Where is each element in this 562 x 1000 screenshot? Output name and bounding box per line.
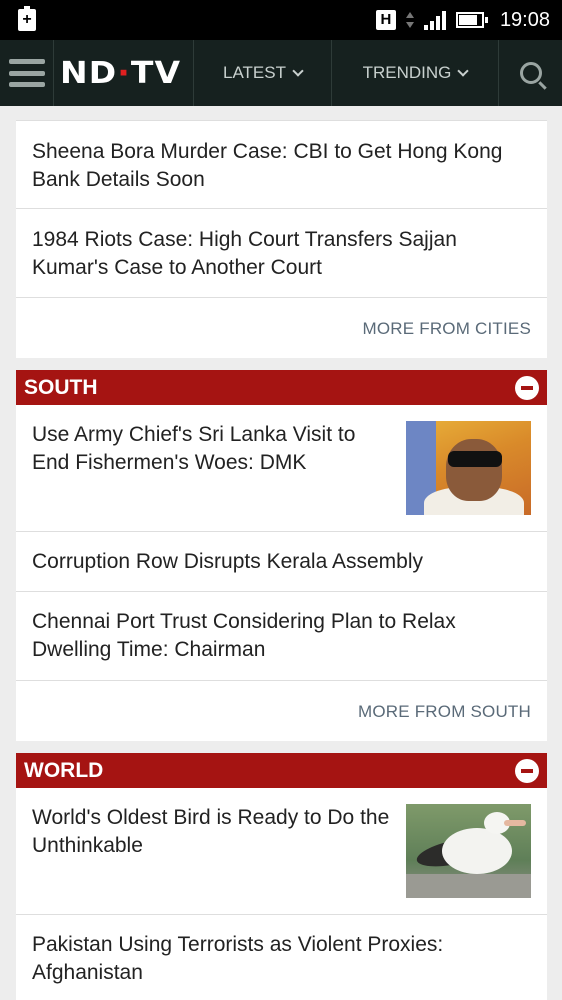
section-header-south: SOUTH — [16, 370, 547, 405]
news-thumbnail — [406, 804, 531, 898]
trending-dropdown[interactable]: TRENDING — [332, 40, 499, 106]
hamburger-icon — [8, 59, 45, 87]
data-activity-icon — [405, 11, 414, 29]
more-from-south-link[interactable]: MORE FROM SOUTH — [16, 681, 547, 741]
section-title: WORLD — [24, 759, 104, 782]
headline: World's Oldest Bird is Ready to Do the U… — [32, 806, 390, 857]
list-item[interactable]: Pakistan Using Terrorists as Violent Pro… — [16, 915, 547, 1000]
headline: Use Army Chief's Sri Lanka Visit to End … — [32, 423, 356, 474]
collapse-icon[interactable] — [515, 759, 539, 783]
trending-label: TRENDING — [362, 63, 452, 82]
section-title: SOUTH — [24, 376, 98, 399]
cities-card: Sheena Bora Murder Case: CBI to Get Hong… — [16, 120, 547, 358]
headline: 1984 Riots Case: High Court Transfers Sa… — [32, 228, 457, 279]
logo-dot: · — [117, 55, 131, 91]
logo[interactable]: ND·TV — [54, 40, 194, 106]
menu-button[interactable] — [0, 40, 54, 106]
section-header-world: WORLD — [16, 753, 547, 788]
south-card: Use Army Chief's Sri Lanka Visit to End … — [16, 405, 547, 741]
battery-icon — [455, 12, 488, 28]
status-bar: + H 19:08 — [0, 0, 562, 40]
list-item[interactable]: Use Army Chief's Sri Lanka Visit to End … — [16, 405, 547, 532]
headline: Chennai Port Trust Considering Plan to R… — [32, 610, 456, 661]
network-type-icon: H — [375, 10, 396, 30]
signal-icon — [423, 10, 446, 30]
news-feed[interactable]: Sheena Bora Murder Case: CBI to Get Hong… — [0, 106, 562, 1000]
headline: Sheena Bora Murder Case: CBI to Get Hong… — [32, 140, 503, 191]
latest-dropdown[interactable]: LATEST — [194, 40, 332, 106]
list-item[interactable]: World's Oldest Bird is Ready to Do the U… — [16, 788, 547, 915]
more-from-cities-link[interactable]: MORE FROM CITIES — [16, 298, 547, 358]
status-time: 19:08 — [499, 8, 550, 31]
latest-label: LATEST — [223, 63, 286, 82]
chevron-down-icon — [292, 64, 304, 77]
battery-saver-icon: + — [18, 6, 38, 31]
world-card: World's Oldest Bird is Ready to Do the U… — [16, 788, 547, 1000]
top-nav: ND·TV LATEST TRENDING — [0, 40, 562, 106]
search-icon — [519, 62, 542, 84]
headline: Pakistan Using Terrorists as Violent Pro… — [32, 933, 444, 984]
list-item[interactable]: Corruption Row Disrupts Kerala Assembly — [16, 532, 547, 592]
list-item[interactable]: Sheena Bora Murder Case: CBI to Get Hong… — [16, 120, 547, 209]
search-button[interactable] — [499, 40, 562, 106]
list-item[interactable]: Chennai Port Trust Considering Plan to R… — [16, 592, 547, 681]
collapse-icon[interactable] — [515, 376, 539, 400]
chevron-down-icon — [457, 64, 470, 77]
news-thumbnail — [406, 421, 531, 515]
headline: Corruption Row Disrupts Kerala Assembly — [32, 550, 423, 573]
list-item[interactable]: 1984 Riots Case: High Court Transfers Sa… — [16, 209, 547, 298]
